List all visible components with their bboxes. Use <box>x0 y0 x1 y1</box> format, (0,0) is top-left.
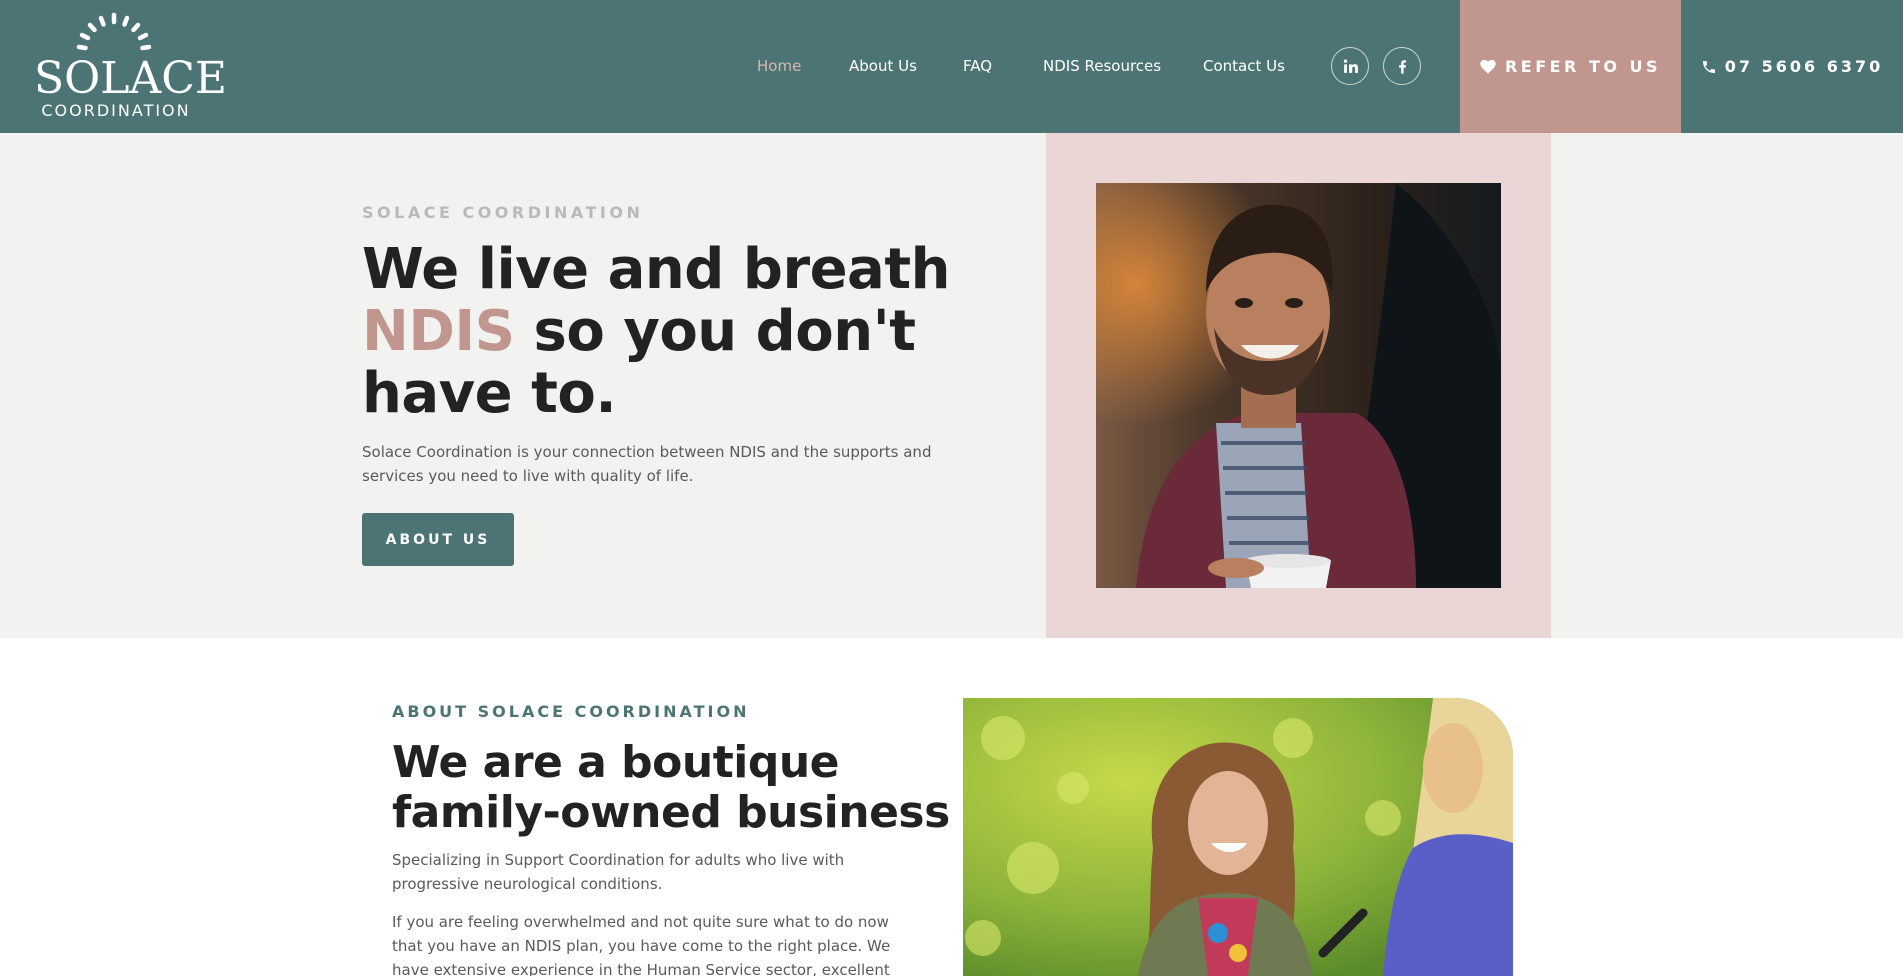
hero-image-panel <box>1046 133 1551 638</box>
nav-ndis-resources[interactable]: NDIS Resources <box>1043 54 1161 78</box>
about-paragraph-1: Specializing in Support Coordination for… <box>392 851 845 893</box>
refer-to-us-button[interactable]: REFER TO US <box>1460 0 1681 133</box>
heart-icon <box>1480 59 1496 74</box>
hero-description: Solace Coordination is your connection b… <box>362 443 932 485</box>
linkedin-icon <box>1343 59 1358 73</box>
solace-logo[interactable]: SOLACE COORDINATION <box>34 12 227 120</box>
hero-eyebrow: SOLACE COORDINATION <box>362 203 644 222</box>
phone-icon <box>1702 60 1715 73</box>
linkedin-button[interactable] <box>1331 47 1369 85</box>
hero-title-line1: We live and breath <box>362 237 950 302</box>
women-outdoors-photo <box>963 698 1513 976</box>
facebook-icon <box>1398 59 1406 74</box>
hero-section: SOLACE COORDINATION We live and breath ND… <box>0 133 1903 638</box>
nav-faq[interactable]: FAQ <box>963 54 992 78</box>
sun-rays-icon <box>76 12 152 51</box>
hero-title: We live and breath NDIS so you don't have… <box>362 239 1012 425</box>
about-paragraph-2: If you are feeling overwhelmed and not q… <box>392 913 891 976</box>
logo-subtitle: COORDINATION <box>41 101 191 120</box>
phone-label: 07 5606 6370 <box>1724 57 1884 76</box>
nav-home[interactable]: Home <box>757 54 801 78</box>
hero-title-accent: NDIS <box>362 299 515 364</box>
phone-button[interactable]: 07 5606 6370 <box>1681 0 1903 133</box>
refer-label: REFER TO US <box>1504 57 1662 76</box>
smiling-man-photo <box>1096 183 1501 588</box>
about-us-button[interactable]: ABOUT US <box>362 513 514 566</box>
about-title: We are a boutique family-owned business <box>392 737 950 838</box>
nav-contact-us[interactable]: Contact Us <box>1203 54 1285 78</box>
facebook-button[interactable] <box>1383 47 1421 85</box>
about-eyebrow: ABOUT SOLACE COORDINATION <box>392 702 750 721</box>
site-header: SOLACE COORDINATION Home About Us FAQ ND… <box>0 0 1903 133</box>
logo-wordmark: SOLACE <box>34 53 227 104</box>
nav-about-us[interactable]: About Us <box>849 54 917 78</box>
